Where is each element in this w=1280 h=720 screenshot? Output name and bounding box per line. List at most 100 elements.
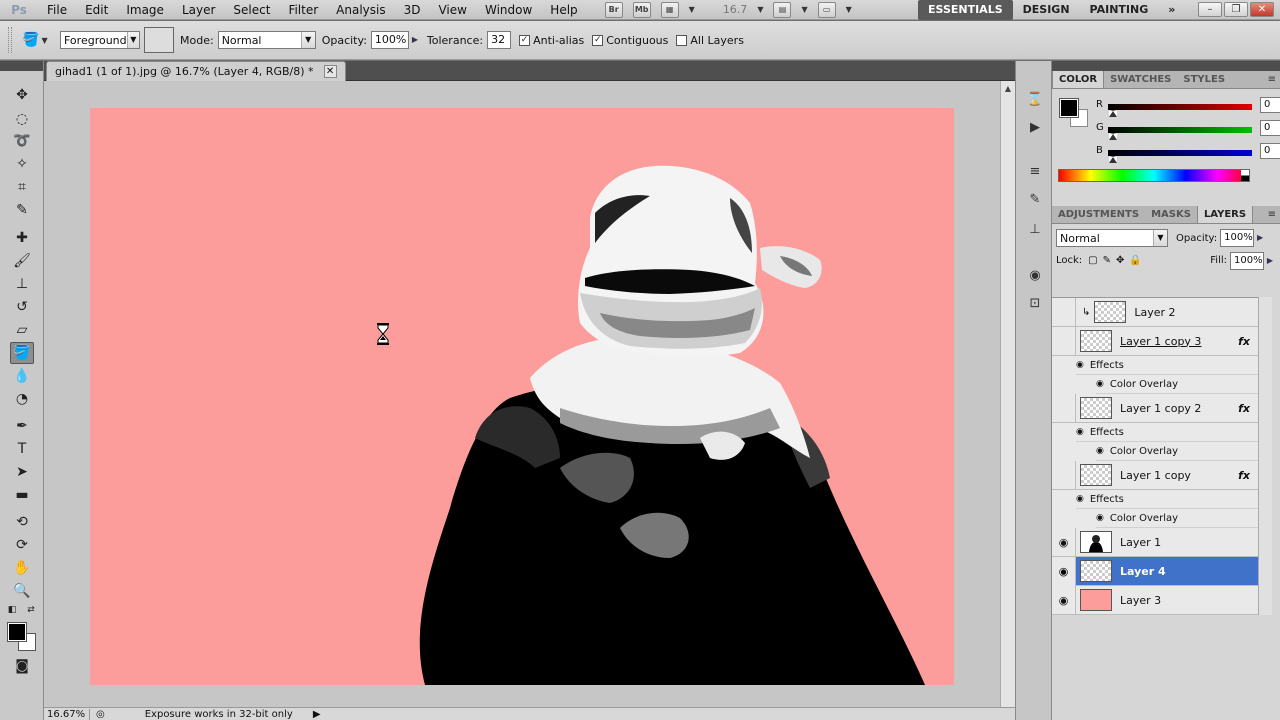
3d-panel-icon[interactable]: ◉ [1025, 265, 1045, 285]
all-layers-checkbox[interactable]: All Layers [676, 34, 744, 47]
foreground-color-swatch[interactable] [1060, 99, 1078, 117]
navigator-icon[interactable]: ⊡ [1025, 293, 1045, 313]
vertical-scrollbar[interactable]: ▲ [1000, 81, 1015, 707]
brush-tool-icon[interactable]: 🖌 [10, 250, 34, 272]
chevron-down-icon[interactable]: ▼ [801, 5, 807, 14]
layer-row-layer-4[interactable]: ◉ Layer 4 [1052, 556, 1258, 586]
menu-view[interactable]: View [429, 0, 475, 20]
lock-position-icon[interactable]: ✥ [1116, 255, 1124, 266]
hand-tool-icon[interactable]: ✋ [10, 557, 34, 579]
menu-file[interactable]: File [38, 0, 76, 20]
eye-icon[interactable]: ◉ [1096, 446, 1104, 456]
blue-slider-track[interactable] [1108, 150, 1252, 156]
blur-tool-icon[interactable]: 💧 [10, 365, 34, 387]
eye-icon[interactable]: ◉ [1076, 360, 1084, 370]
black-white-ramp[interactable] [1241, 170, 1249, 181]
tolerance-input[interactable]: 32 [487, 31, 512, 49]
red-slider-track[interactable] [1108, 104, 1252, 110]
layers-scrollbar[interactable] [1258, 297, 1272, 615]
panel-group-header[interactable] [1052, 61, 1280, 71]
mini-bridge-button[interactable]: Mb [632, 1, 651, 18]
layer-row-layer-1-copy-3[interactable]: Layer 1 copy 3 fx [1052, 326, 1258, 356]
visibility-toggle-empty[interactable] [1052, 393, 1076, 423]
slider-thumb-icon[interactable] [1109, 133, 1117, 140]
status-menu-arrow-icon[interactable]: ▶ [313, 709, 321, 720]
rectangle-tool-icon[interactable]: ▬ [10, 484, 34, 506]
effects-row[interactable]: ◉ Effects [1076, 356, 1258, 375]
brush-panel-icon[interactable]: ✎ [1025, 189, 1045, 209]
magic-wand-tool-icon[interactable]: ✧ [10, 153, 34, 175]
menu-layer[interactable]: Layer [173, 0, 224, 20]
panel-menu-icon[interactable]: ≡ [1268, 71, 1276, 89]
type-tool-icon[interactable]: T [10, 438, 34, 460]
eye-icon[interactable]: ◉ [1096, 513, 1104, 523]
menu-help[interactable]: Help [541, 0, 586, 20]
path-selection-tool-icon[interactable]: ➤ [10, 461, 34, 483]
visibility-toggle-empty[interactable] [1052, 326, 1076, 356]
status-zoom-field[interactable]: 16.67% [44, 708, 90, 720]
bridge-button[interactable]: Br [604, 1, 623, 18]
color-overlay-row[interactable]: ◉ Color Overlay [1096, 442, 1258, 461]
workspace-painting[interactable]: PAINTING [1080, 0, 1159, 20]
close-icon[interactable]: ✕ [323, 65, 337, 78]
tab-color[interactable]: COLOR [1052, 71, 1105, 88]
history-brush-tool-icon[interactable]: ↺ [10, 296, 34, 318]
scroll-up-icon[interactable]: ▲ [1001, 81, 1015, 96]
antialias-checkbox[interactable]: ✓ Anti-alias [519, 34, 584, 47]
effects-row[interactable]: ◉ Effects [1076, 490, 1258, 509]
layer-row-layer-2[interactable]: ↳ Layer 2 [1052, 297, 1258, 327]
slider-thumb-icon[interactable] [1109, 110, 1117, 117]
mode-select[interactable]: Normal ▼ [217, 31, 316, 49]
healing-brush-tool-icon[interactable]: ✚ [10, 227, 34, 249]
eye-icon[interactable]: ◉ [1052, 556, 1076, 586]
default-colors-icon[interactable]: ◧ [4, 603, 20, 617]
tab-adjustments[interactable]: ADJUSTMENTS [1052, 206, 1145, 223]
marquee-tool-icon[interactable]: ◌ [10, 108, 34, 130]
lasso-tool-icon[interactable]: ➰ [10, 130, 34, 152]
restore-button[interactable]: ❐ [1224, 2, 1248, 17]
red-slider[interactable]: R 0 [1096, 97, 1280, 119]
opacity-input[interactable]: 100% [370, 31, 409, 49]
green-value-input[interactable]: 0 [1260, 120, 1280, 136]
lock-transparent-icon[interactable]: ▢ [1088, 255, 1097, 266]
fx-icon[interactable]: fx [1238, 402, 1250, 415]
blue-value-input[interactable]: 0 [1260, 143, 1280, 159]
3d-rotate-tool-icon[interactable]: ⟲ [10, 511, 34, 533]
tools-panel-header[interactable] [0, 61, 43, 71]
eye-icon[interactable]: ◉ [1076, 494, 1084, 504]
document-tab[interactable]: gihad1 (1 of 1).jpg @ 16.7% (Layer 4, RG… [46, 61, 346, 81]
menu-filter[interactable]: Filter [279, 0, 327, 20]
view-extras-button[interactable]: ▦ [660, 1, 679, 18]
color-overlay-row[interactable]: ◉ Color Overlay [1096, 509, 1258, 528]
minimize-button[interactable]: – [1198, 2, 1222, 17]
contiguous-checkbox[interactable]: ✓ Contiguous [592, 34, 668, 47]
tab-layers[interactable]: LAYERS [1196, 206, 1254, 223]
fx-icon[interactable]: fx [1238, 335, 1250, 348]
effects-row[interactable]: ◉ Effects [1076, 423, 1258, 442]
3d-orbit-tool-icon[interactable]: ⟳ [10, 534, 34, 556]
menu-image[interactable]: Image [117, 0, 173, 20]
visibility-toggle-empty[interactable] [1052, 460, 1076, 490]
arrange-documents-button[interactable]: ▤ [773, 1, 792, 18]
menu-select[interactable]: Select [224, 0, 279, 20]
history-panel-icon[interactable]: ⌛ [1025, 89, 1045, 109]
green-slider[interactable]: G 0 [1096, 120, 1280, 142]
layer-row-layer-1-copy[interactable]: Layer 1 copy fx [1052, 460, 1258, 490]
close-button[interactable]: ✕ [1250, 2, 1274, 17]
menu-edit[interactable]: Edit [76, 0, 117, 20]
pattern-picker[interactable] [144, 27, 174, 53]
blend-mode-select[interactable]: Normal ▼ [1056, 229, 1168, 247]
tab-masks[interactable]: MASKS [1145, 206, 1197, 223]
slider-thumb-icon[interactable] [1109, 156, 1117, 163]
pen-tool-icon[interactable]: ✒ [10, 415, 34, 437]
chevron-down-icon[interactable]: ▼ [846, 5, 852, 14]
crop-tool-icon[interactable]: ⌗ [10, 176, 34, 198]
panel-menu-icon[interactable]: ≡ [1268, 206, 1276, 224]
options-bar-grip[interactable] [8, 27, 12, 53]
brush-presets-icon[interactable]: ≡ [1025, 161, 1045, 181]
visibility-toggle-empty[interactable] [1052, 297, 1076, 327]
tab-styles[interactable]: STYLES [1177, 71, 1231, 88]
green-slider-track[interactable] [1108, 127, 1252, 133]
document-canvas[interactable] [90, 108, 954, 685]
opacity-slider-arrow[interactable]: ▶ [409, 31, 421, 49]
